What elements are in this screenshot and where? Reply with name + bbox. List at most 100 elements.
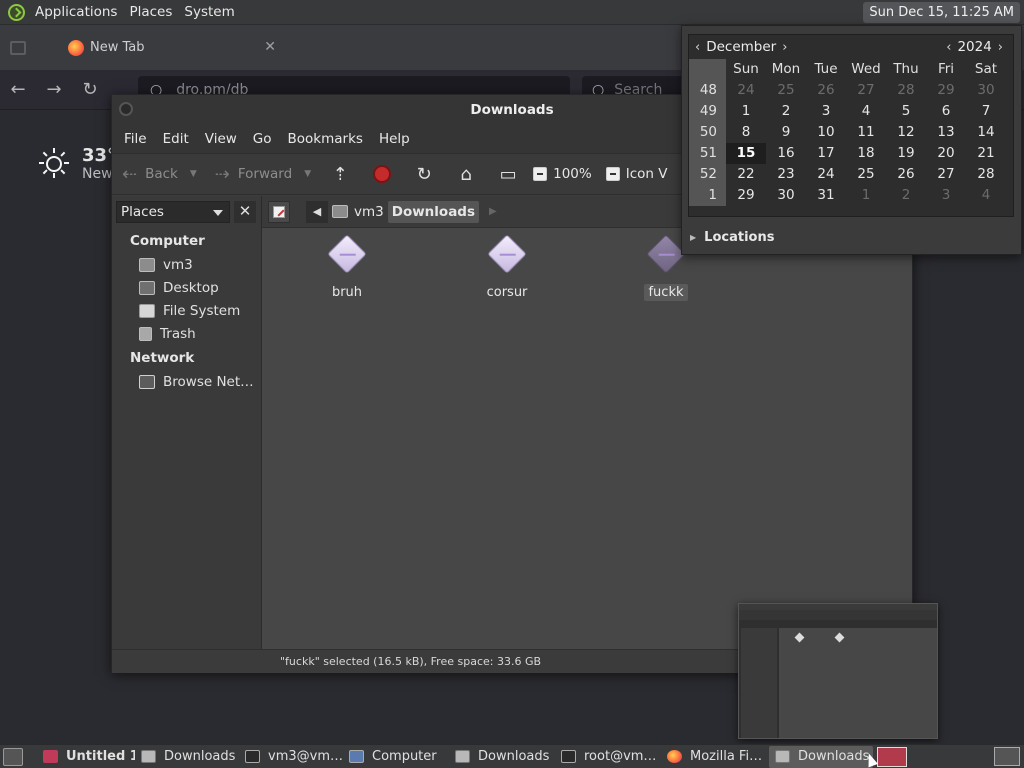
taskbar-button[interactable]: Downloads bbox=[135, 746, 239, 768]
calendar-day[interactable]: 12 bbox=[886, 122, 926, 143]
sidebar-item-trash[interactable]: Trash bbox=[112, 322, 261, 345]
calendar-day[interactable]: 25 bbox=[846, 164, 886, 185]
window-menu-button[interactable] bbox=[119, 102, 133, 116]
calendar-day[interactable]: 22 bbox=[726, 164, 766, 185]
workspace-switcher[interactable] bbox=[877, 746, 907, 767]
forward-history-dropdown-icon[interactable]: ▼ bbox=[304, 169, 311, 179]
back-history-dropdown-icon[interactable]: ▼ bbox=[190, 169, 197, 179]
calendar-day[interactable]: 26 bbox=[806, 80, 846, 101]
calendar-day[interactable]: 10 bbox=[806, 122, 846, 143]
calendar-day[interactable]: 9 bbox=[766, 122, 806, 143]
calendar-day[interactable]: 13 bbox=[926, 122, 966, 143]
tab-overview-icon[interactable] bbox=[10, 40, 26, 55]
applications-menu[interactable]: Applications bbox=[29, 0, 123, 25]
file-item[interactable]: corsur bbox=[462, 234, 552, 301]
calendar-day[interactable]: 3 bbox=[926, 185, 966, 206]
calendar-day[interactable]: 11 bbox=[846, 122, 886, 143]
weather-widget[interactable]: 33° New bbox=[38, 145, 116, 182]
calendar-day[interactable]: 1 bbox=[846, 185, 886, 206]
taskbar-button[interactable]: Downloads bbox=[769, 745, 873, 768]
path-crumb-downloads[interactable]: Downloads bbox=[387, 200, 480, 223]
sidebar-item-file-system[interactable]: File System bbox=[112, 299, 261, 322]
calendar-day[interactable]: 30 bbox=[766, 185, 806, 206]
next-year-icon[interactable]: › bbox=[992, 40, 1009, 55]
calendar-day[interactable]: 28 bbox=[886, 80, 926, 101]
menu-file[interactable]: File bbox=[116, 131, 155, 147]
up-arrow-icon[interactable]: ⇡ bbox=[329, 163, 351, 185]
back-arrow-icon[interactable]: ← bbox=[0, 79, 36, 100]
prev-year-icon[interactable]: ‹ bbox=[940, 40, 957, 55]
taskbar-button[interactable]: Computer bbox=[343, 746, 449, 768]
calendar-day[interactable]: 24 bbox=[726, 80, 766, 101]
prev-month-icon[interactable]: ‹ bbox=[689, 40, 706, 55]
calendar-day[interactable]: 8 bbox=[726, 122, 766, 143]
reload-icon[interactable]: ↻ bbox=[413, 163, 435, 185]
forward-arrow-icon[interactable]: → bbox=[36, 79, 72, 100]
close-tab-icon[interactable]: ✕ bbox=[264, 39, 276, 55]
calendar-day[interactable]: 21 bbox=[966, 143, 1006, 164]
calendar-day[interactable]: 5 bbox=[886, 101, 926, 122]
calendar-day[interactable]: 6 bbox=[926, 101, 966, 122]
sidebar-item-desktop[interactable]: Desktop bbox=[112, 276, 261, 299]
path-scroll-right-button[interactable]: ▶ bbox=[489, 206, 497, 217]
calendar-day[interactable]: 4 bbox=[846, 101, 886, 122]
calendar-day[interactable]: 28 bbox=[966, 164, 1006, 185]
taskbar-button[interactable]: root@vm… bbox=[555, 746, 661, 768]
clock[interactable]: Sun Dec 15, 11:25 AM bbox=[863, 2, 1020, 23]
mate-logo-icon[interactable] bbox=[8, 3, 25, 21]
sidebar-item-browse-network[interactable]: Browse Net… bbox=[112, 370, 261, 393]
file-view[interactable]: ◀ vm3 Downloads ▶ bruh corsur fuckk bbox=[262, 196, 912, 649]
calendar-day[interactable]: 29 bbox=[726, 185, 766, 206]
taskbar-button[interactable]: Downloads bbox=[449, 746, 555, 768]
menu-go[interactable]: Go bbox=[245, 131, 280, 147]
taskbar-button[interactable]: Untitled 1… bbox=[37, 746, 135, 768]
sidebar-item-vm3[interactable]: vm3 bbox=[112, 253, 261, 276]
calendar-day[interactable]: 3 bbox=[806, 101, 846, 122]
trash-applet-icon[interactable] bbox=[994, 747, 1020, 766]
taskbar-button[interactable]: vm3@vm… bbox=[239, 746, 343, 768]
browser-tab[interactable]: New Tab ✕ bbox=[54, 32, 284, 64]
back-button[interactable]: ⇠ Back ▼ bbox=[122, 164, 197, 185]
path-crumb-vm3[interactable]: vm3 bbox=[328, 201, 388, 223]
calendar-day[interactable]: 4 bbox=[966, 185, 1006, 206]
calendar-day-today[interactable]: 15 bbox=[726, 143, 766, 164]
taskbar-button[interactable]: Mozilla Fi… bbox=[661, 746, 769, 768]
computer-icon[interactable]: ▭ bbox=[497, 163, 519, 185]
calendar-day[interactable]: 7 bbox=[966, 101, 1006, 122]
menu-help[interactable]: Help bbox=[371, 131, 418, 147]
toggle-location-entry-button[interactable] bbox=[268, 200, 290, 223]
calendar-day[interactable]: 18 bbox=[846, 143, 886, 164]
menu-bookmarks[interactable]: Bookmarks bbox=[280, 131, 371, 147]
calendar-day[interactable]: 24 bbox=[806, 164, 846, 185]
menu-edit[interactable]: Edit bbox=[155, 131, 197, 147]
next-month-icon[interactable]: › bbox=[776, 40, 793, 55]
calendar-day[interactable]: 30 bbox=[966, 80, 1006, 101]
places-menu[interactable]: Places bbox=[123, 0, 178, 25]
calendar-day[interactable]: 19 bbox=[886, 143, 926, 164]
calendar-day[interactable]: 26 bbox=[886, 164, 926, 185]
calendar-day[interactable]: 17 bbox=[806, 143, 846, 164]
stop-button[interactable] bbox=[371, 163, 393, 185]
forward-button[interactable]: ⇢ Forward ▼ bbox=[215, 164, 311, 185]
sidebar-type-select[interactable]: Places bbox=[116, 201, 230, 223]
locations-expander[interactable]: ▶ Locations bbox=[690, 230, 774, 245]
zoom-out-button[interactable]: 100% bbox=[533, 166, 592, 182]
calendar-day[interactable]: 14 bbox=[966, 122, 1006, 143]
calendar-day[interactable]: 29 bbox=[926, 80, 966, 101]
file-item[interactable]: bruh bbox=[302, 234, 392, 301]
home-folder-icon[interactable]: ⌂ bbox=[455, 163, 477, 185]
calendar-day[interactable]: 1 bbox=[726, 101, 766, 122]
calendar-day[interactable]: 27 bbox=[926, 164, 966, 185]
calendar-day[interactable]: 2 bbox=[886, 185, 926, 206]
calendar-day[interactable]: 20 bbox=[926, 143, 966, 164]
calendar-day[interactable]: 31 bbox=[806, 185, 846, 206]
calendar-day[interactable]: 16 bbox=[766, 143, 806, 164]
show-desktop-icon[interactable] bbox=[3, 747, 23, 766]
zoom-in-button[interactable]: Icon V bbox=[605, 166, 667, 182]
system-menu[interactable]: System bbox=[178, 0, 240, 25]
menu-view[interactable]: View bbox=[197, 131, 245, 147]
path-scroll-left-button[interactable]: ◀ bbox=[306, 200, 328, 223]
calendar-day[interactable]: 27 bbox=[846, 80, 886, 101]
close-sidebar-button[interactable]: ✕ bbox=[234, 201, 256, 223]
calendar-day[interactable]: 25 bbox=[766, 80, 806, 101]
